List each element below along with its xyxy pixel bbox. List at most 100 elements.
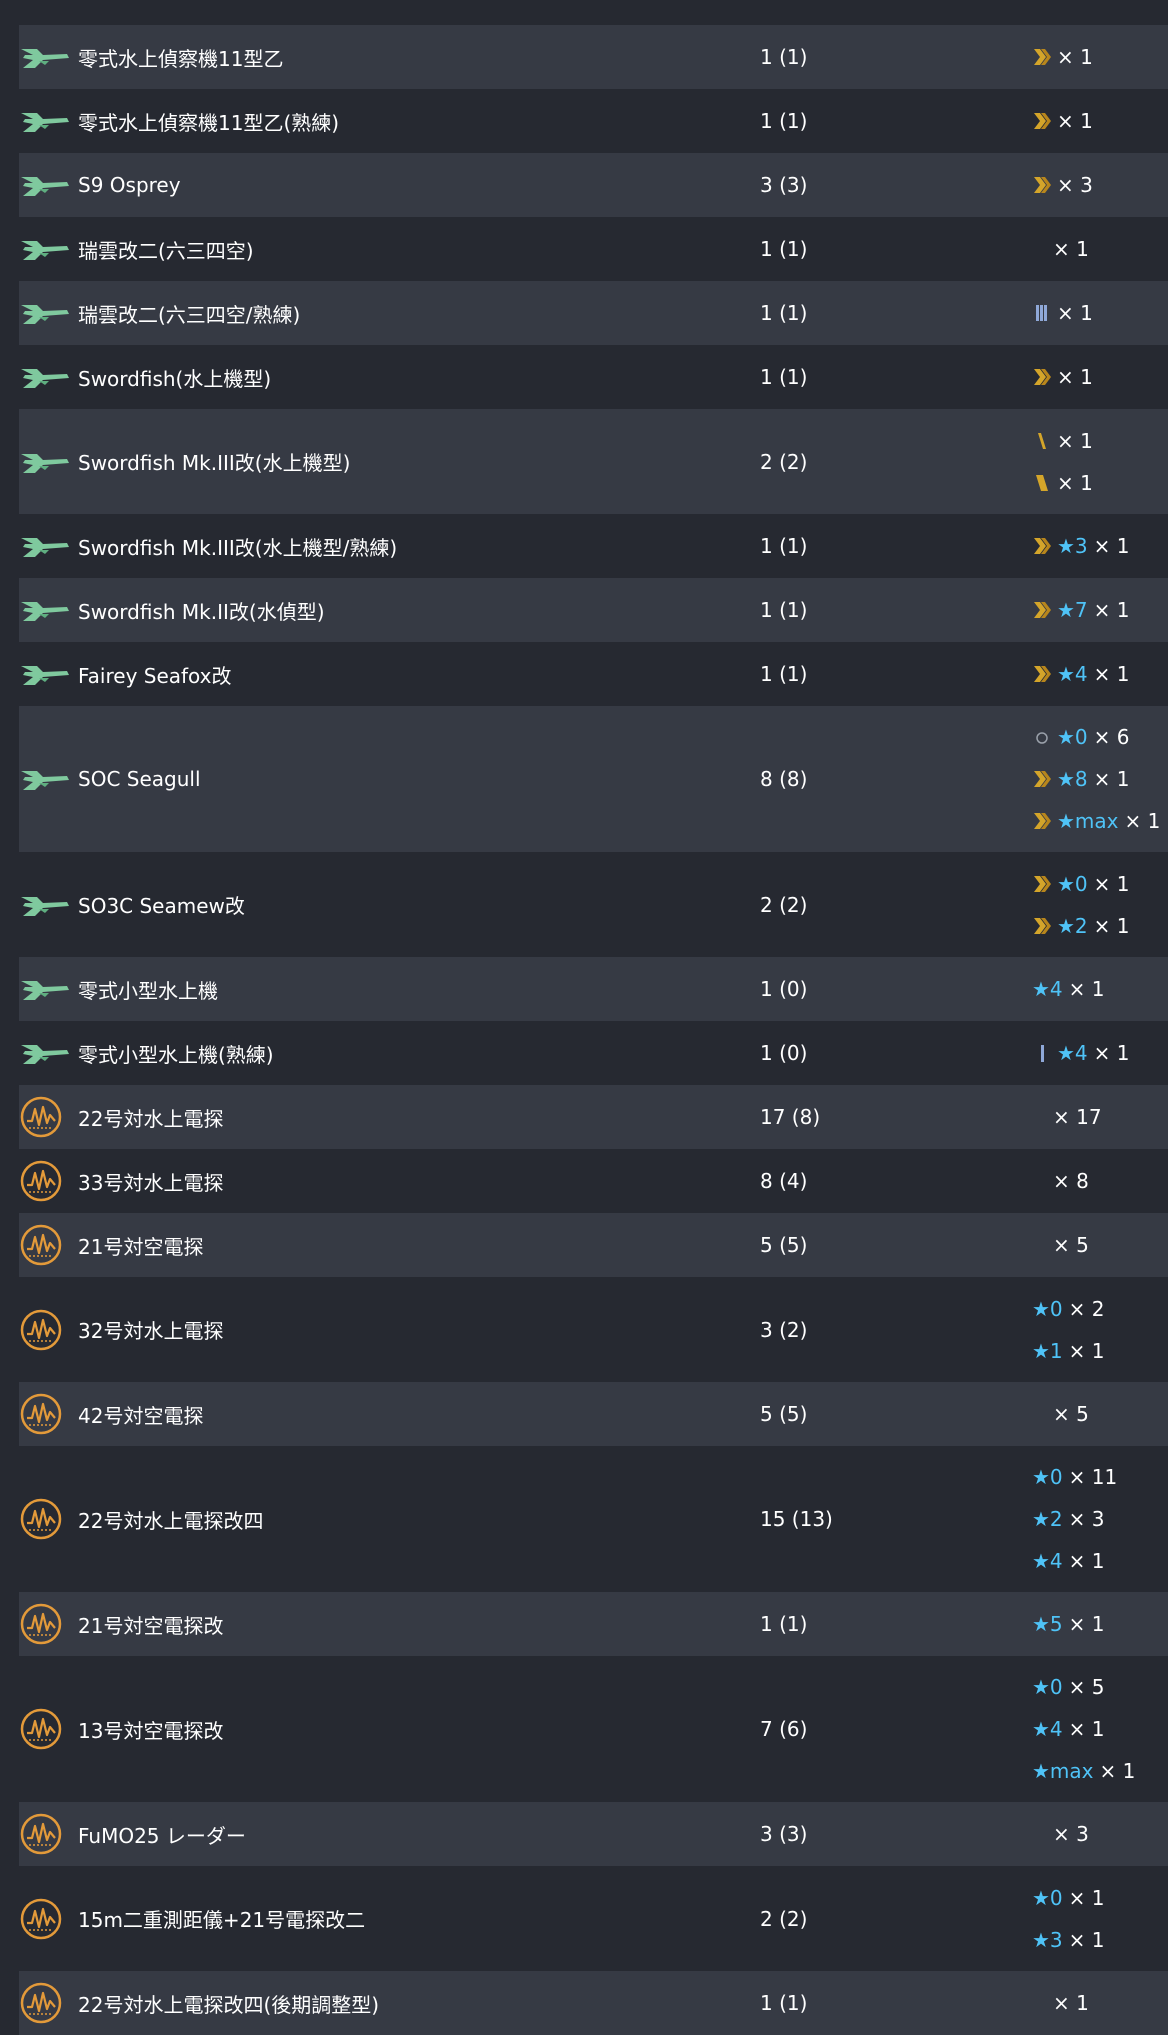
table-row[interactable]: Swordfish Mk.III改(水上機型) 2 (2) × 1 × 1	[19, 409, 1168, 514]
level-quantity: × 1	[1068, 1885, 1105, 1910]
star-level: ★8	[1057, 767, 1088, 791]
equipment-name-cell: SO3C Seamew改	[19, 852, 754, 957]
table-row[interactable]: FuMO25 レーダー 3 (3) × 3	[19, 1802, 1168, 1866]
equipment-name: 零式小型水上機(熟練)	[78, 1042, 274, 1067]
table-row[interactable]: Swordfish Mk.II改(水偵型) 1 (1) ★7 × 1	[19, 578, 1168, 642]
table-row[interactable]: 瑞雲改二(六三四空/熟練) 1 (1) × 1	[19, 281, 1168, 345]
level-quantity: × 1	[1057, 109, 1093, 133]
level-quantity: × 3	[1057, 173, 1093, 197]
level-quantity: × 1	[1068, 977, 1105, 1001]
equipment-name-cell: 15m二重測距儀+21号電探改二	[19, 1866, 754, 1971]
star-level: ★max	[1057, 809, 1119, 833]
level-quantity: × 1	[1068, 1338, 1105, 1363]
equipment-name-cell: 22号対水上電探	[19, 1085, 754, 1149]
improvement-levels: ★4 × 1	[1032, 957, 1168, 1021]
star-level: ★4	[1057, 662, 1088, 686]
proficiency-chevron-icon	[1032, 366, 1053, 388]
equipment-name: 零式小型水上機	[78, 978, 218, 1003]
improvement-level-line: × 1	[1032, 462, 1093, 504]
table-row[interactable]: 瑞雲改二(六三四空) 1 (1) × 1	[19, 217, 1168, 281]
equipment-name-cell: 42号対空電探	[19, 1382, 754, 1446]
proficiency-chevron-icon	[1032, 110, 1053, 132]
improvement-levels: × 1	[1032, 25, 1168, 89]
improvement-level-line: ★4 × 1	[1032, 968, 1105, 1010]
improvement-level-line: ★1 × 1	[1032, 1330, 1105, 1372]
table-row[interactable]: 22号対水上電探 17 (8) × 17	[19, 1085, 1168, 1149]
level-quantity: × 1	[1093, 871, 1130, 896]
seaplane-icon	[19, 585, 74, 635]
star-level: ★7	[1057, 598, 1088, 622]
proficiency-chevron-icon	[1032, 873, 1053, 895]
table-row[interactable]: 42号対空電探 5 (5) × 5	[19, 1382, 1168, 1446]
equipment-name: 零式水上偵察機11型乙	[78, 46, 284, 71]
equipment-name: SO3C Seamew改	[78, 894, 245, 918]
table-row[interactable]: 零式小型水上機(熟練) 1 (0) ★4 × 1	[19, 1021, 1168, 1085]
equipment-name: 13号対空電探改	[78, 1718, 224, 1743]
improvement-level-line: ★0 × 2	[1032, 1288, 1105, 1330]
proficiency-chevron-icon	[1032, 915, 1053, 937]
table-row[interactable]: 零式水上偵察機11型乙 1 (1) × 1	[19, 25, 1168, 89]
table-row[interactable]: SOC Seagull 8 (8) ★0 × 6 ★8 × 1 ★max × 1	[19, 706, 1168, 852]
level-quantity: × 17	[1053, 1105, 1102, 1129]
equipment-name-cell: Swordfish Mk.III改(水上機型/熟練)	[19, 514, 754, 578]
improvement-level-line: × 1	[1032, 228, 1089, 270]
table-row[interactable]: 33号対水上電探 8 (4) × 8	[19, 1149, 1168, 1213]
equipment-count: 15 (13)	[760, 1507, 833, 1531]
equipment-name-cell: 22号対水上電探改四(後期調整型)	[19, 1971, 754, 2035]
improvement-level-line: × 17	[1032, 1096, 1102, 1138]
seaplane-icon	[19, 880, 74, 930]
equipment-name: 32号対水上電探	[78, 1319, 224, 1343]
star-level: ★1	[1032, 1338, 1063, 1363]
seaplane-icon	[19, 96, 74, 146]
level-quantity: × 1	[1057, 428, 1093, 453]
improvement-level-line: ★2 × 1	[1032, 905, 1130, 947]
level-quantity: × 1	[1057, 365, 1093, 389]
equipment-name: 瑞雲改二(六三四空)	[78, 238, 254, 263]
equipment-count: 1 (1)	[760, 662, 808, 686]
table-row[interactable]: 22号対水上電探改四(後期調整型) 1 (1) × 1	[19, 1971, 1168, 2035]
equipment-name: 42号対空電探	[78, 1403, 204, 1428]
improvement-levels: ★0 × 5 ★4 × 1 ★max × 1	[1032, 1656, 1168, 1802]
seaplane-icon	[19, 224, 74, 274]
equipment-name-cell: Swordfish(水上機型)	[19, 345, 754, 409]
star-level: ★2	[1032, 1507, 1063, 1531]
improvement-levels: × 1	[1032, 1971, 1168, 2035]
level-quantity: × 8	[1053, 1169, 1089, 1193]
equipment-name: 15m二重測距儀+21号電探改二	[78, 1908, 366, 1932]
equipment-count: 1 (0)	[760, 1041, 808, 1065]
equipment-name-cell: 21号対空電探	[19, 1213, 754, 1277]
equipment-name-cell: S9 Osprey	[19, 153, 754, 217]
table-row[interactable]: SO3C Seamew改 2 (2) ★0 × 1 ★2 × 1	[19, 852, 1168, 957]
table-row[interactable]: 零式小型水上機 1 (0) ★4 × 1	[19, 957, 1168, 1021]
table-row[interactable]: Swordfish(水上機型) 1 (1) × 1	[19, 345, 1168, 409]
star-level: ★4	[1032, 1549, 1063, 1573]
table-row[interactable]: 32号対水上電探 3 (2) ★0 × 2 ★1 × 1	[19, 1277, 1168, 1382]
table-row[interactable]: 21号対空電探 5 (5) × 5	[19, 1213, 1168, 1277]
table-row[interactable]: 15m二重測距儀+21号電探改二 2 (2) ★0 × 1 ★3 × 1	[19, 1866, 1168, 1971]
table-row[interactable]: 21号対空電探改 1 (1) ★5 × 1	[19, 1592, 1168, 1656]
level-quantity: × 1	[1068, 1612, 1105, 1636]
improvement-level-line: × 1	[1032, 100, 1093, 142]
equipment-name-cell: 瑞雲改二(六三四空)	[19, 217, 754, 281]
improvement-levels: × 5	[1032, 1382, 1168, 1446]
equipment-count: 1 (1)	[760, 365, 808, 389]
equipment-count: 2 (2)	[760, 892, 808, 917]
table-row[interactable]: 13号対空電探改 7 (6) ★0 × 5 ★4 × 1 ★max × 1	[19, 1656, 1168, 1802]
improvement-level-line: × 5	[1032, 1393, 1089, 1435]
table-row[interactable]: 22号対水上電探改四 15 (13) ★0 × 11 ★2 × 3 ★4 × 1	[19, 1446, 1168, 1592]
star-level: ★4	[1032, 1717, 1063, 1741]
improvement-levels: ★5 × 1	[1032, 1592, 1168, 1656]
table-row[interactable]: Swordfish Mk.III改(水上機型/熟練) 1 (1) ★3 × 1	[19, 514, 1168, 578]
star-level: ★4	[1057, 1041, 1088, 1065]
proficiency-chevron-icon	[1032, 174, 1053, 196]
table-row[interactable]: Fairey Seafox改 1 (1) ★4 × 1	[19, 642, 1168, 706]
equipment-name: Swordfish Mk.II改(水偵型)	[78, 599, 325, 624]
equipment-count: 1 (1)	[760, 1991, 808, 2015]
table-row[interactable]: 零式水上偵察機11型乙(熟練) 1 (1) × 1	[19, 89, 1168, 153]
radar-icon	[19, 1305, 74, 1355]
table-row[interactable]: S9 Osprey 3 (3) × 3	[19, 153, 1168, 217]
equipment-count: 1 (1)	[760, 45, 808, 69]
seaplane-icon	[19, 754, 74, 804]
equipment-name: Swordfish(水上機型)	[78, 366, 272, 391]
equipment-name: 22号対水上電探改四	[78, 1508, 264, 1533]
